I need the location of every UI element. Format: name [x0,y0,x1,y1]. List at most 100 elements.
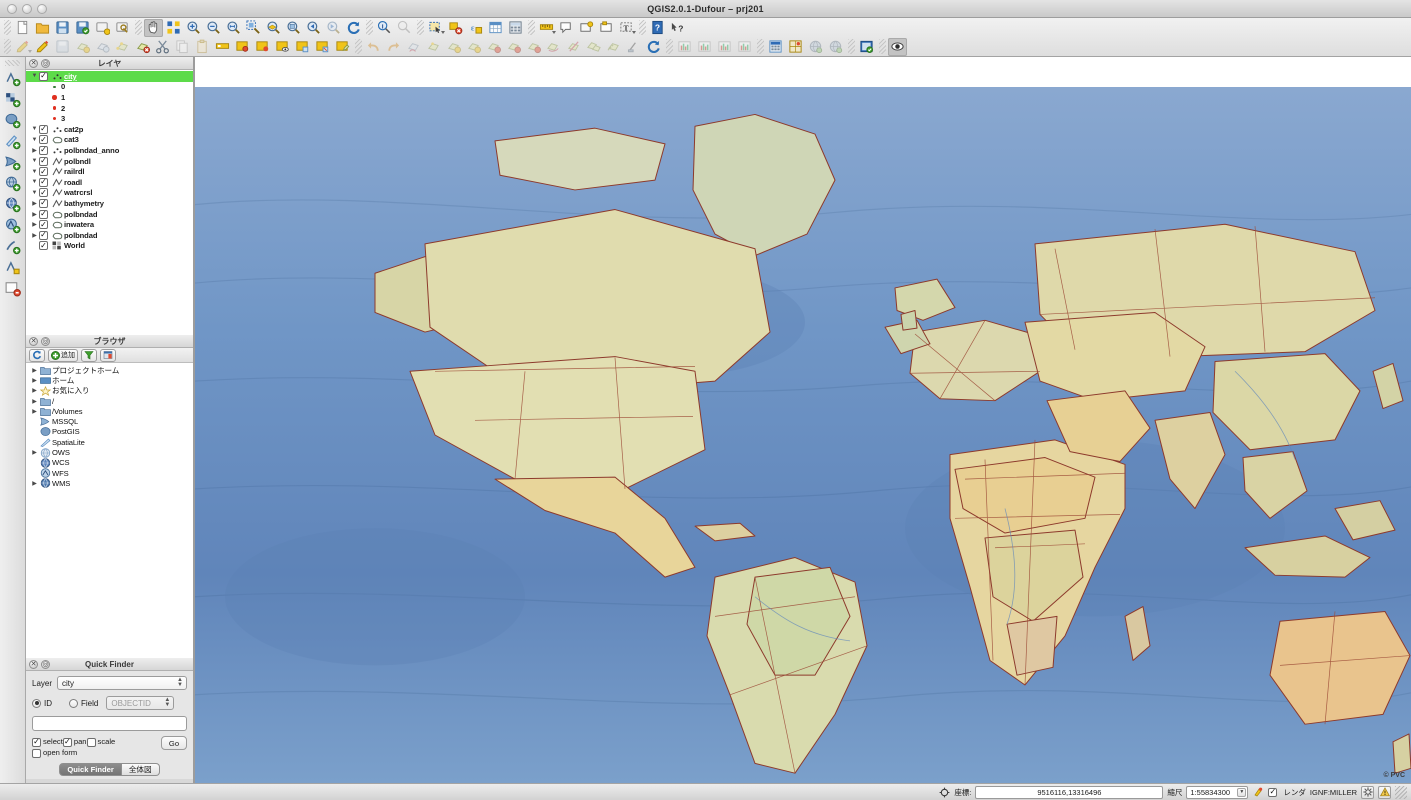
expand-arrow-icon[interactable]: ▼ [30,137,39,143]
composer-manager-icon[interactable] [113,19,132,37]
expand-arrow-icon[interactable]: ▶ [30,147,39,154]
toolbar-grip[interactable] [355,39,362,54]
expand-arrow-icon[interactable]: ▶ [30,480,39,487]
layer-tree-item[interactable]: ▼ ✓ city [26,71,193,82]
label-tool-icon[interactable]: T [617,19,636,37]
expand-arrow-icon[interactable]: ▼ [30,190,39,196]
messages-warning-icon[interactable] [1378,785,1391,799]
refresh-icon[interactable] [344,19,363,37]
add-spatialite-layer-icon[interactable] [2,131,24,152]
open-attribute-table-icon[interactable] [486,19,505,37]
new-shapefile-layer-icon[interactable] [2,257,24,278]
browser-tree-item[interactable]: SpatiaLite [26,437,193,447]
layer-tree-item[interactable]: ▼ ✓ cat2p [26,124,193,135]
browser-tree-item[interactable]: ▶ お気に入り [26,385,193,396]
georeferencer-icon[interactable] [786,38,805,56]
layer-visibility-checkbox[interactable]: ✓ [39,188,48,198]
delete-selected-icon[interactable] [133,38,152,56]
layer-tree-item[interactable]: ▼ ✓ roadl [26,177,193,188]
new-print-composer-icon[interactable] [93,19,112,37]
browser-filter-button[interactable] [81,348,97,362]
select-expression-icon[interactable]: ε [466,19,485,37]
expand-arrow-icon[interactable]: ▶ [30,200,39,207]
text-annotation-icon[interactable] [557,19,576,37]
toolbar-grip[interactable] [528,20,535,35]
browser-tree-item[interactable]: MSSQL [26,416,193,426]
quick-finder-field-select[interactable]: OBJECTID ▲ ▼ [106,696,175,710]
map-canvas[interactable]: © PVC [195,87,1411,783]
browser-tree-item[interactable]: ▶ ホーム [26,375,193,385]
deselect-icon[interactable] [446,19,465,37]
measure-area-icon[interactable] [213,38,232,56]
zoom-to-layer-icon[interactable] [264,19,283,37]
dock-tab[interactable]: 全体図 [121,763,160,776]
save-project-as-icon[interactable] [73,19,92,37]
expand-arrow-icon[interactable]: ▶ [30,221,39,228]
raster-calc-icon[interactable] [766,38,785,56]
scale-combo[interactable]: 1:55834300 ▼ [1186,785,1249,799]
layer-tree[interactable]: ▼ ✓ city 0 1 2 3 ▼ ✓ cat2p ▼ ✓ cat3 ▶ ✓ polbndad_anno ▼ ✓… [26,70,193,335]
open-project-icon[interactable] [33,19,52,37]
zoom-out-icon[interactable] [204,19,223,37]
chevron-down-icon[interactable]: ▼ [1237,787,1247,797]
qf-checkbox-open-form[interactable] [32,748,41,758]
toolbar-grip[interactable] [4,39,11,54]
zoom-in-icon[interactable] [184,19,203,37]
chevron-down-icon[interactable] [632,30,636,34]
chevron-down-icon[interactable] [28,49,32,53]
layer-visibility-checkbox[interactable]: ✓ [39,145,48,155]
add-wfs-layer-icon[interactable] [2,215,24,236]
expand-arrow-icon[interactable]: ▶ [30,232,39,239]
layer-tree-item[interactable]: ▼ ✓ railrdl [26,166,193,177]
toolbar-grip[interactable] [757,39,764,54]
browser-tree-item[interactable]: ▶ WMS [26,478,193,489]
layer-tree-item[interactable]: 3 [26,113,193,124]
cut-features-icon[interactable] [153,38,172,56]
layer-tree-item[interactable]: ▶ ✓ polbndad [26,230,193,241]
browser-tree-item[interactable]: ▶ / [26,396,193,406]
move-annotation-icon[interactable] [597,19,616,37]
resize-grip[interactable] [1395,785,1407,799]
zoom-full-icon[interactable] [224,19,243,37]
browser-tree-item[interactable]: PostGIS [26,427,193,437]
remove-layer-icon[interactable] [2,278,24,299]
qf-checkbox-scale[interactable] [86,737,96,747]
select-features-icon[interactable] [426,19,445,37]
layer-tree-item[interactable]: 1 [26,92,193,103]
toolbar-grip[interactable] [848,39,855,54]
layer-tree-item[interactable]: 0 [26,82,193,93]
layer-visibility-checkbox[interactable]: ✓ [39,167,48,177]
browser-tree-item[interactable]: ▶ プロジェクトホーム [26,365,193,375]
field-calculator-icon[interactable] [506,19,525,37]
whats-this-icon[interactable]: ? [668,19,687,37]
layer-tree-item[interactable]: ▼ ✓ polbndl [26,156,193,167]
layer-visibility-checkbox[interactable]: ✓ [39,230,48,240]
chevron-down-icon[interactable] [441,30,445,34]
expand-arrow-icon[interactable]: ▶ [30,367,39,374]
layer-visibility-checkbox[interactable]: ✓ [39,156,48,166]
zoom-last-icon[interactable] [304,19,323,37]
preview-mode-icon[interactable] [888,37,907,56]
add-mssql-layer-icon[interactable] [2,152,24,173]
add-raster-layer-icon[interactable] [2,89,24,110]
qf-checkbox-pan[interactable]: ✓ [62,737,72,747]
form-annotation-icon[interactable] [577,19,596,37]
expand-arrow-icon[interactable]: ▶ [30,408,39,415]
pan-to-selection-icon[interactable] [164,19,183,37]
measure-line-icon[interactable] [537,19,556,37]
refresh-plugin-icon[interactable] [644,38,663,56]
quick-finder-layer-select[interactable]: city ▲ ▼ [57,676,187,690]
toolbar-grip[interactable] [879,39,886,54]
layer-visibility-checkbox[interactable]: ✓ [39,241,48,251]
save-project-icon[interactable] [53,19,72,37]
toolbar-grip[interactable] [366,20,373,35]
quick-finder-plugin-icon[interactable] [857,38,876,56]
zoom-native-icon[interactable] [284,19,303,37]
show-all-layers-icon[interactable] [293,38,312,56]
expand-arrow-icon[interactable]: ▼ [30,73,39,79]
add-wms-layer-icon[interactable] [2,173,24,194]
browser-tree-item[interactable]: WFS [26,468,193,478]
layer-tree-item[interactable]: ✓ World [26,241,193,252]
expand-arrow-icon[interactable]: ▶ [30,449,39,456]
browser-collapse-button[interactable] [100,348,116,362]
